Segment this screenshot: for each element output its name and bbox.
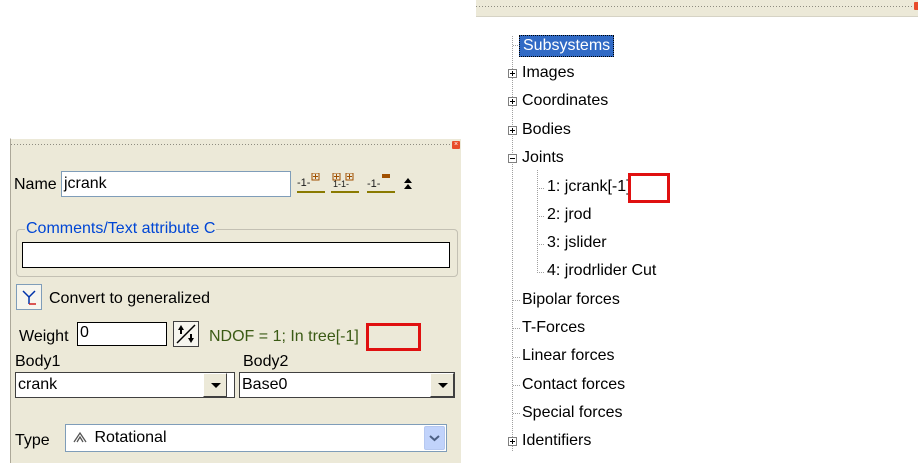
tree-item-jrodrlider-cut[interactable]: 4: jrodrlider Cut xyxy=(547,261,656,281)
tree-item-bipolar-forces[interactable]: Bipolar forces xyxy=(522,290,620,310)
body1-dropdown-button[interactable] xyxy=(203,373,227,397)
tree-item-subsystems[interactable]: Subsystems xyxy=(519,35,615,57)
svg-text:-1-: -1- xyxy=(297,177,311,189)
close-icon[interactable] xyxy=(914,2,918,10)
remove-joint-icon: -1- xyxy=(367,174,395,193)
tree-item-label: Coordinates xyxy=(522,92,609,109)
tree-item-jrod[interactable]: 2: jrod xyxy=(547,205,591,225)
convert-coordinates-icon xyxy=(22,290,36,305)
tree-item-special-forces[interactable]: Special forces xyxy=(522,403,623,423)
ndof-highlight-box xyxy=(366,323,421,351)
body2-select[interactable]: Base0 xyxy=(239,372,455,398)
tree-item-label: Joints xyxy=(522,149,564,166)
tree-item-label: Special forces xyxy=(522,404,623,421)
comments-field[interactable] xyxy=(22,242,450,268)
type-select[interactable]: Rotational xyxy=(65,424,447,452)
rotational-joint-icon xyxy=(73,431,87,443)
collapse-up-icon xyxy=(404,178,412,189)
tree-connector xyxy=(513,357,521,358)
type-value: Rotational xyxy=(94,429,167,446)
tree-item-label: 4: jrodrlider Cut xyxy=(547,262,657,279)
chevron-down-icon xyxy=(429,435,440,442)
name-label: Name xyxy=(14,176,57,193)
tree-item-identifiers[interactable]: Identifiers xyxy=(522,431,591,451)
tree-item-contact-forces[interactable]: Contact forces xyxy=(522,375,625,395)
tree-connector xyxy=(537,244,545,245)
tree-item-label: Bodies xyxy=(522,121,571,138)
tree-item-label: Subsystems xyxy=(523,37,611,54)
weight-spin-button[interactable] xyxy=(173,321,199,347)
tree-item-label: Bipolar forces xyxy=(522,291,620,308)
remove-joint-button[interactable]: -1- xyxy=(367,173,395,195)
tree-connector xyxy=(513,300,521,301)
tree-item-label: Contact forces xyxy=(522,376,626,393)
model-tree-panel: Subsystems Images Coordinates Bodies Joi… xyxy=(476,0,918,462)
tree-item-bodies[interactable]: Bodies xyxy=(522,120,571,140)
body1-value: crank xyxy=(18,376,58,393)
tree-item-t-forces[interactable]: T-Forces xyxy=(522,318,585,338)
tree-item-jcrank[interactable]: 1: jcrank[-1] xyxy=(547,177,631,197)
weight-field[interactable]: 0 xyxy=(77,322,167,346)
type-label: Type xyxy=(15,432,50,449)
body1-select[interactable]: crank xyxy=(15,372,235,398)
tree-item-label: Identifiers xyxy=(522,432,592,449)
add-multiple-icon: 1-1- xyxy=(331,173,359,193)
svg-text:1-1-: 1-1- xyxy=(333,179,349,189)
panel-grip[interactable] xyxy=(476,0,918,17)
tree-item-label: 1: jcrank xyxy=(547,178,608,195)
close-icon[interactable]: × xyxy=(452,141,460,149)
tree-item-label: Images xyxy=(522,64,575,81)
svg-text:-1-: -1- xyxy=(367,178,381,190)
ndof-label: NDOF = 1; In tree xyxy=(209,328,336,345)
tree-item-coordinates[interactable]: Coordinates xyxy=(522,91,608,111)
comments-label: Comments/Text attribute C xyxy=(25,220,217,238)
tree-item-label: 2: jrod xyxy=(547,206,592,223)
expand-icon[interactable] xyxy=(508,97,517,106)
panel-grip[interactable] xyxy=(11,139,457,149)
weight-label: Weight xyxy=(19,328,69,345)
collapse-button[interactable] xyxy=(401,175,415,197)
type-dropdown-button[interactable] xyxy=(424,426,445,450)
tree-connector xyxy=(537,170,538,274)
tree-item-linear-forces[interactable]: Linear forces xyxy=(522,346,615,366)
collapse-icon[interactable] xyxy=(508,154,517,163)
expand-icon[interactable] xyxy=(508,126,517,135)
add-joint-icon: -1- xyxy=(297,173,325,193)
tree-item-label: 3: jslider xyxy=(547,234,607,251)
body2-value: Base0 xyxy=(242,376,288,393)
body2-dropdown-button[interactable] xyxy=(430,373,454,397)
tree-item-label: T-Forces xyxy=(522,319,586,336)
ndof-value: [-1] xyxy=(335,328,359,345)
tree-highlight-box xyxy=(628,173,670,203)
body1-label: Body1 xyxy=(15,353,61,370)
convert-button[interactable] xyxy=(16,284,42,310)
comments-group: Comments/Text attribute C xyxy=(16,220,458,277)
tree-connector xyxy=(513,385,521,386)
tree-connector xyxy=(537,188,545,189)
name-field[interactable]: jcrank xyxy=(61,171,291,197)
tree-connector xyxy=(537,272,545,273)
tree-item-label: Linear forces xyxy=(522,347,615,364)
add-joint-button[interactable]: -1- xyxy=(297,173,325,195)
convert-label: Convert to generalized xyxy=(49,290,210,307)
tree-connector xyxy=(537,216,545,217)
ndof-text: NDOF = 1; In tree[-1] xyxy=(209,328,359,346)
joint-properties-panel: × Name jcrank -1- 1-1- -1- Comments/Text… xyxy=(10,138,461,463)
tree-connector xyxy=(513,413,521,414)
tree-item-joints[interactable]: Joints xyxy=(522,148,564,168)
add-multiple-button[interactable]: 1-1- xyxy=(331,173,359,195)
tree-connector xyxy=(513,328,521,329)
tree-item-images[interactable]: Images xyxy=(522,63,574,83)
tree-item-jslider[interactable]: 3: jslider xyxy=(547,233,607,253)
expand-icon[interactable] xyxy=(508,437,517,446)
expand-icon[interactable] xyxy=(508,69,517,78)
spin-icon xyxy=(176,324,196,344)
body2-label: Body2 xyxy=(243,353,289,370)
